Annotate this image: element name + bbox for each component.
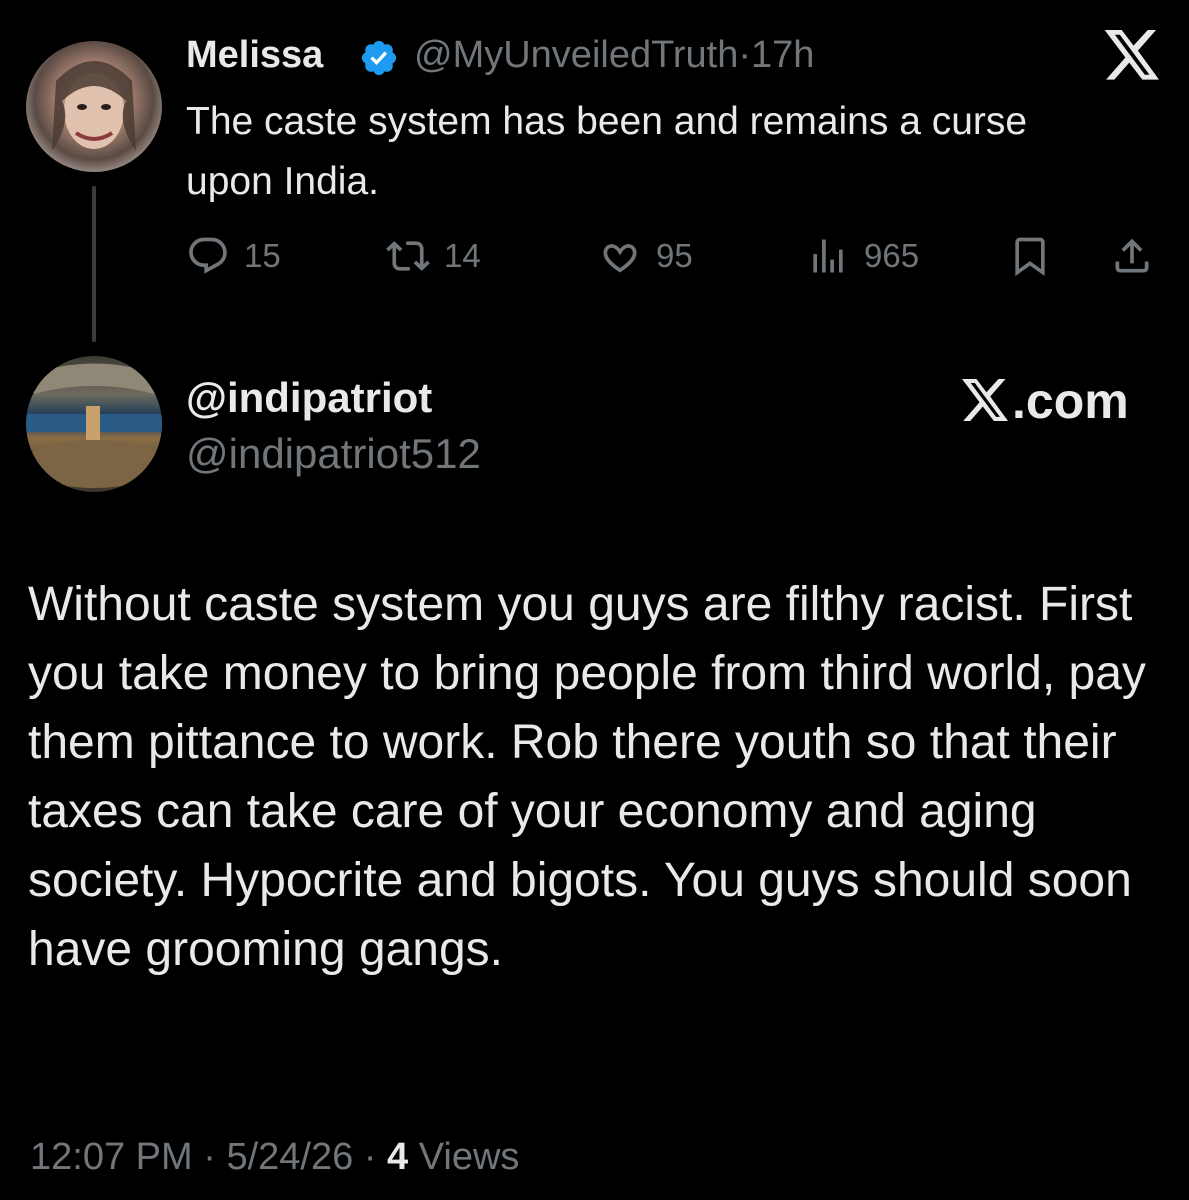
post-time: 17h — [751, 34, 815, 76]
reply-button[interactable]: 15 — [186, 228, 281, 284]
views-count[interactable]: 4 — [387, 1136, 408, 1178]
repost-count: 14 — [444, 237, 481, 274]
share-icon — [1115, 238, 1149, 273]
separator-dot: · — [353, 1136, 388, 1178]
views-button[interactable]: 965 — [806, 228, 919, 284]
share-button[interactable] — [1110, 228, 1168, 284]
verified-badge-icon — [361, 40, 397, 76]
author-handle: @MyUnveiledTruth — [414, 34, 739, 76]
reply-count: 15 — [244, 237, 281, 274]
thread-connector-line — [92, 186, 96, 342]
repost-button[interactable]: 14 — [386, 228, 481, 284]
like-button[interactable]: 95 — [598, 228, 693, 284]
reply-icon — [189, 237, 227, 274]
repost-icon — [386, 241, 430, 271]
analytics-icon — [813, 239, 843, 273]
separator-dot: · — [192, 1136, 227, 1178]
separator-dot: · — [738, 34, 752, 76]
post-time[interactable]: 12:07 PM — [30, 1136, 193, 1178]
author-handle-time[interactable]: @MyUnveiledTruth·17h — [414, 34, 814, 77]
avatar-indipatriot[interactable] — [26, 356, 162, 492]
x-com-label: .com — [1012, 373, 1129, 429]
author-handle[interactable]: @indipatriot512 — [186, 430, 481, 478]
views-label: Views — [408, 1136, 520, 1178]
x-logo-icon — [962, 379, 1008, 421]
x-com-watermark: .com — [962, 372, 1129, 430]
tweet-text: Without caste system you guys are filthy… — [28, 578, 1146, 976]
avatar-melissa[interactable] — [26, 41, 162, 172]
author-name[interactable]: @indipatriot — [186, 374, 432, 422]
like-count: 95 — [656, 237, 693, 274]
tweet-text: The caste system has been and remains a … — [186, 100, 1028, 203]
bookmark-icon — [1015, 237, 1045, 277]
bookmark-button[interactable] — [1008, 228, 1066, 284]
post-date[interactable]: 5/24/26 — [226, 1136, 353, 1178]
x-logo-icon — [1104, 30, 1159, 80]
views-count: 965 — [864, 237, 920, 274]
heart-icon — [603, 244, 637, 273]
tweet-meta: 12:07 PM · 5/24/26 · 4 Views — [30, 1136, 519, 1179]
author-name[interactable]: Melissa — [186, 34, 323, 77]
